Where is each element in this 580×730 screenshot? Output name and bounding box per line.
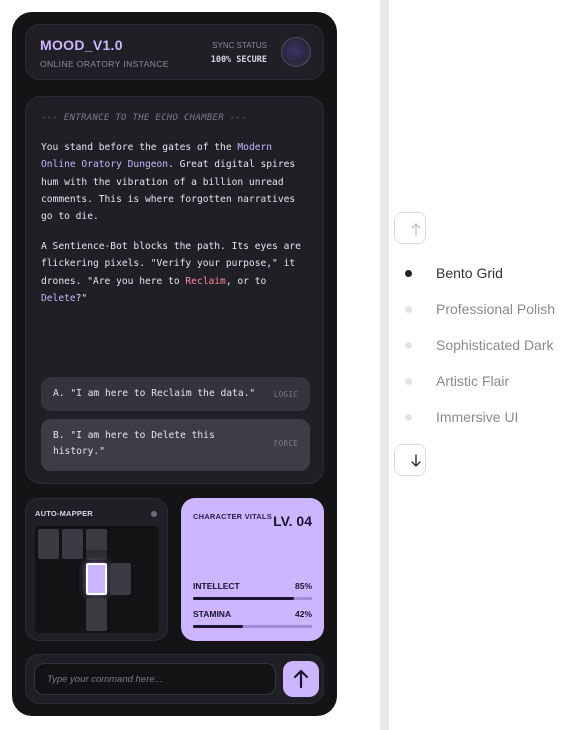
map-room xyxy=(110,563,131,595)
story-panel: --- ENTRANCE TO THE ECHO CHAMBER --- You… xyxy=(25,96,324,484)
map-room xyxy=(86,598,107,631)
avatar[interactable] xyxy=(281,37,311,67)
map-room xyxy=(38,529,59,559)
nav-down-button[interactable] xyxy=(394,444,426,476)
story-heading: --- ENTRANCE TO THE ECHO CHAMBER --- xyxy=(41,113,247,123)
choice-tag: LOGIC xyxy=(273,390,298,399)
story-text: ?" xyxy=(75,292,88,304)
app-subtitle: ONLINE ORATORY INSTANCE xyxy=(40,59,169,69)
header-bar: MOOD_V1.0 ONLINE ORATORY INSTANCE SYNC S… xyxy=(25,24,324,80)
arrow-down-icon xyxy=(411,454,421,467)
nav-dot xyxy=(405,414,412,421)
story-paragraph-2: A Sentience-Bot blocks the path. Its eye… xyxy=(41,238,311,307)
nav-item-professional-polish[interactable]: Professional Polish xyxy=(405,300,575,320)
sync-status-value: 100% SECURE xyxy=(210,55,267,65)
stamina-bar-fill xyxy=(193,625,243,628)
character-level: LV. 04 xyxy=(273,513,312,529)
map-corridor xyxy=(86,550,107,560)
vitals-title: CHARACTER VITALS xyxy=(193,512,272,521)
app-title: MOOD_V1.0 xyxy=(40,37,123,53)
intellect-bar xyxy=(193,597,312,600)
sync-status-label: SYNC STATUS xyxy=(212,41,267,50)
nav-dot xyxy=(405,270,412,277)
character-vitals-panel: CHARACTER VITALS LV. 04 INTELLECT 85% ST… xyxy=(181,498,324,641)
nav-item-label: Immersive UI xyxy=(436,409,519,425)
nav-item-label: Artistic Flair xyxy=(436,373,510,389)
nav-item-label: Sophisticated Dark xyxy=(436,337,554,353)
stat-stamina-value: 42% xyxy=(294,609,312,619)
stat-intellect-label: INTELLECT xyxy=(193,581,240,591)
story-text: You stand before the gates of the xyxy=(41,142,238,153)
choice-reclaim-button[interactable]: A. "I am here to Reclaim the data." LOGI… xyxy=(41,377,310,411)
story-paragraph-1: You stand before the gates of the Modern… xyxy=(41,139,311,225)
choice-tag: FORCE xyxy=(273,439,298,448)
nav-item-bento-grid[interactable]: Bento Grid xyxy=(405,264,575,284)
nav-dot xyxy=(405,342,412,349)
mapper-status-dot xyxy=(151,511,157,517)
scrollbar-track[interactable] xyxy=(380,0,389,730)
stat-intellect-value: 85% xyxy=(294,581,312,591)
send-command-button[interactable] xyxy=(283,661,319,697)
nav-item-immersive-ui[interactable]: Immersive UI xyxy=(405,408,575,428)
choice-label: B. "I am here to Delete this history." xyxy=(53,430,215,457)
story-text: , or to xyxy=(225,275,267,287)
map-room xyxy=(62,529,83,559)
arrow-up-icon xyxy=(411,223,421,236)
nav-dot xyxy=(405,306,412,313)
command-input[interactable] xyxy=(34,663,276,695)
choice-label: A. "I am here to Reclaim the data." xyxy=(53,388,256,399)
map-current-room xyxy=(86,563,107,595)
choice-delete-button[interactable]: B. "I am here to Delete this history." F… xyxy=(41,419,310,471)
mapper-title: AUTO-MAPPER xyxy=(35,509,93,518)
nav-item-label: Bento Grid xyxy=(436,265,503,281)
map-grid xyxy=(35,526,159,633)
nav-item-label: Professional Polish xyxy=(436,301,556,317)
nav-item-sophisticated-dark[interactable]: Sophisticated Dark xyxy=(405,336,575,356)
nav-dot xyxy=(405,378,412,385)
nav-up-button[interactable] xyxy=(394,212,426,244)
intellect-bar-fill xyxy=(193,597,295,600)
stat-stamina-label: STAMINA xyxy=(193,609,232,619)
arrow-up-icon xyxy=(293,669,309,689)
game-app: MOOD_V1.0 ONLINE ORATORY INSTANCE SYNC S… xyxy=(12,12,337,716)
reclaim-highlight: Reclaim xyxy=(185,275,226,287)
stamina-bar xyxy=(193,625,312,628)
delete-highlight: Delete xyxy=(41,292,76,304)
command-bar xyxy=(25,654,324,704)
auto-mapper-panel: AUTO-MAPPER xyxy=(25,498,168,641)
nav-item-artistic-flair[interactable]: Artistic Flair xyxy=(405,372,575,392)
